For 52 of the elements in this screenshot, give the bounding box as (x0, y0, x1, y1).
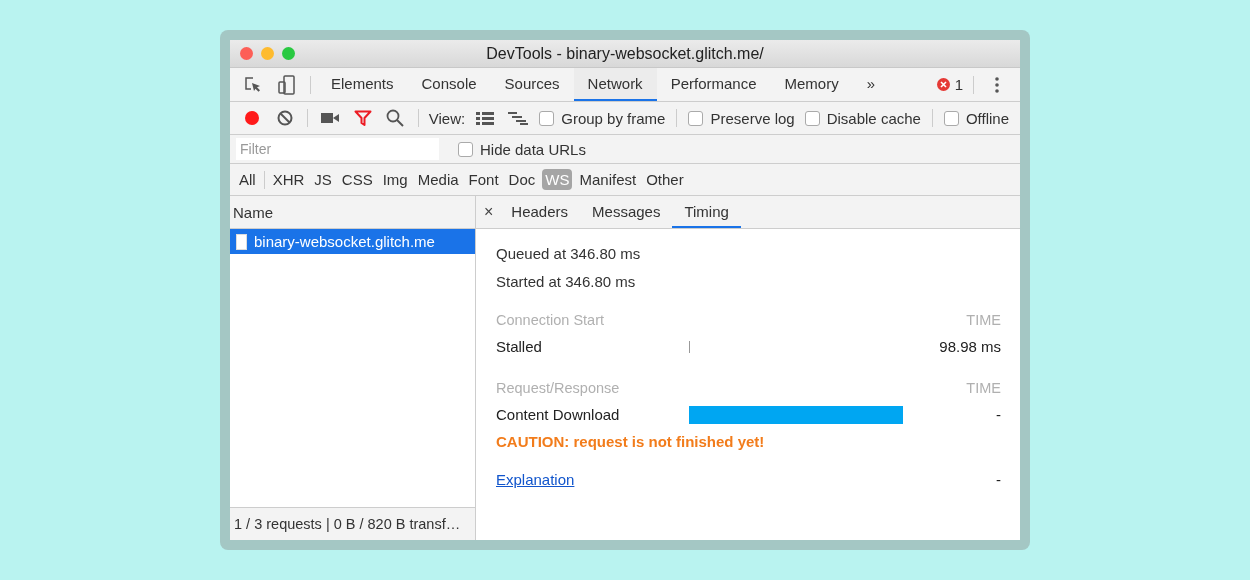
time-header: TIME (966, 311, 1001, 328)
option-checkbox[interactable]: Preserve log (688, 109, 795, 127)
timing-label: Content Download (496, 406, 620, 423)
timing-label: Stalled (496, 338, 542, 355)
request-name: binary-websocket.glitch.me (254, 233, 435, 250)
panel-tab[interactable]: Console (407, 68, 491, 101)
filter-field[interactable]: Filter (236, 138, 439, 160)
panel-tab[interactable]: Memory (770, 68, 853, 101)
option-checkbox[interactable]: Disable cache (804, 109, 921, 127)
section-title: Connection Start (496, 311, 605, 328)
detail-tab[interactable]: Messages (580, 196, 673, 228)
panel-tab[interactable]: Elements (317, 68, 408, 101)
request-row[interactable]: binary-websocket.glitch.me (230, 229, 475, 254)
more-tabs-button[interactable]: » (852, 68, 889, 101)
type-filter[interactable]: Img (379, 169, 411, 190)
view-label: View: (428, 109, 466, 127)
panel-tab[interactable]: Sources (490, 68, 574, 101)
type-filter[interactable]: All (236, 169, 259, 190)
option-checkbox[interactable]: Group by frame (539, 109, 666, 127)
type-filter[interactable]: Other (643, 169, 687, 190)
explanation-link[interactable]: Explanation (496, 471, 575, 488)
panel-tab[interactable]: Performance (656, 68, 771, 101)
checkbox-label: Hide data URLs (480, 140, 586, 158)
checkbox-label: Disable cache (826, 109, 921, 127)
type-filter[interactable]: CSS (338, 169, 376, 190)
timing-value: - (996, 471, 1001, 488)
detail-tab[interactable]: Timing (672, 196, 741, 228)
checkbox-label: Offline (965, 109, 1009, 127)
column-header[interactable]: Name (233, 203, 273, 221)
option-checkbox[interactable]: Offline (943, 109, 1009, 127)
checkbox-label: Group by frame (561, 109, 666, 127)
type-filter[interactable]: Manifest (576, 169, 640, 190)
queued-text: Queued at 346.80 ms (496, 244, 641, 262)
status-text: 1 / 3 requests | 0 B / 820 B transf… (234, 516, 461, 532)
section-title: Request/Response (496, 379, 621, 396)
window-title: DevTools - binary-websocket.glitch.me/ (486, 44, 764, 62)
timing-value: 98.98 ms (939, 338, 1001, 355)
type-filter[interactable]: Media (414, 169, 462, 190)
caution-text: CAUTION: request is not finished yet! (496, 432, 766, 452)
panel-tab[interactable]: Network (573, 68, 657, 101)
started-text: Started at 346.80 ms (496, 272, 636, 290)
close-icon[interactable]: × (484, 196, 494, 228)
detail-tab[interactable]: Headers (499, 196, 581, 228)
type-filter[interactable]: JS (311, 169, 335, 190)
timing-value: - (996, 406, 1001, 423)
time-header: TIME (966, 379, 1001, 396)
type-filter[interactable]: Font (465, 169, 502, 190)
type-filter[interactable]: Doc (505, 169, 539, 190)
type-filter[interactable]: XHR (269, 169, 308, 190)
hide-data-urls-checkbox[interactable]: Hide data URLs (458, 140, 586, 158)
checkbox-label: Preserve log (710, 109, 795, 127)
error-count[interactable]: 1 (954, 76, 963, 93)
